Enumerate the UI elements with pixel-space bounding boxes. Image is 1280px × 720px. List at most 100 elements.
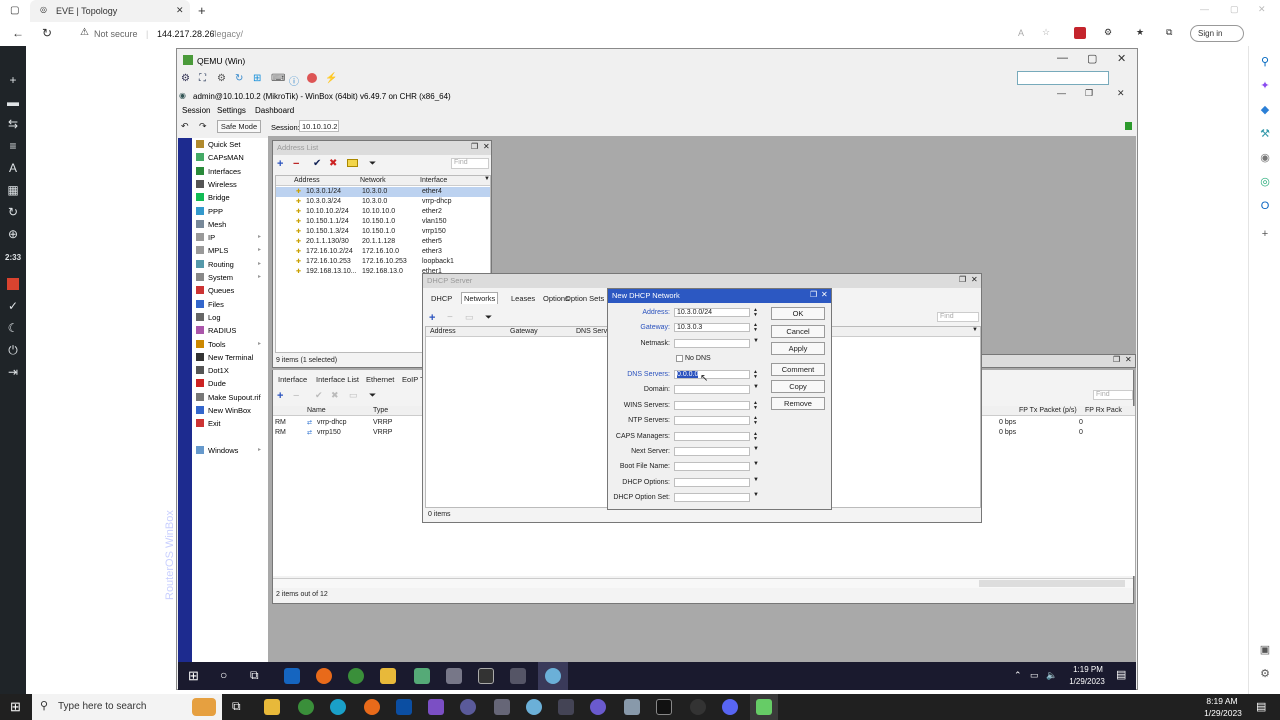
column-header[interactable]: Gateway [510, 328, 538, 335]
favorite-icon[interactable]: ☆ [1042, 27, 1050, 38]
notification-icon[interactable]: ▤ [1116, 668, 1126, 681]
field-dns-servers[interactable]: 0.0.0.0 [674, 370, 750, 379]
check-icon[interactable]: ✓ [5, 298, 21, 314]
close-icon[interactable]: ✕ [971, 275, 978, 284]
tab-ethernet[interactable]: Ethernet [366, 375, 394, 384]
button-cancel[interactable]: Cancel [771, 325, 825, 338]
field-domain[interactable] [674, 385, 750, 395]
field-boot-file-name[interactable] [674, 462, 750, 472]
close-icon[interactable]: ✕ [483, 142, 490, 151]
comment-icon[interactable] [347, 159, 358, 167]
column-header[interactable]: Network [360, 177, 386, 184]
column-menu-icon[interactable]: ▼ [484, 176, 490, 182]
app-icon[interactable] [396, 699, 412, 715]
usb-icon[interactable]: ⚡ [325, 73, 337, 84]
chrome-icon[interactable] [348, 668, 364, 684]
filter-icon[interactable]: ⏷ [369, 158, 376, 169]
app-icon[interactable] [558, 699, 574, 715]
field-wins-servers[interactable] [674, 400, 750, 410]
add-icon[interactable]: + [429, 312, 435, 324]
settings-icon[interactable]: ⚙ [1257, 666, 1273, 682]
nav-item[interactable]: Tools ▸ [196, 339, 261, 349]
restore-icon[interactable]: ❐ [1113, 355, 1120, 364]
network-tool-icon[interactable] [414, 668, 430, 684]
read-aloud-icon[interactable]: A [1018, 28, 1024, 38]
vm-date[interactable]: 1/29/2023 [1062, 677, 1112, 686]
find-input[interactable]: Find [1093, 390, 1133, 400]
comment-icon[interactable]: ▭ [465, 312, 474, 323]
find-input[interactable]: Find [451, 158, 489, 169]
disable-icon[interactable]: ✖ [329, 158, 337, 169]
refresh-icon[interactable]: ↻ [235, 73, 243, 84]
tab-dhcp[interactable]: DHCP [431, 294, 452, 303]
nav-item[interactable]: System ▸ [196, 273, 261, 282]
enable-icon[interactable]: ✔ [315, 390, 323, 401]
list-icon[interactable]: ≡ [5, 138, 21, 154]
zoom-icon[interactable]: ⊕ [5, 226, 21, 242]
refresh-icon[interactable]: ↻ [5, 204, 21, 220]
winbox-icon[interactable] [526, 699, 542, 715]
windows-icon[interactable]: ⊞ [253, 73, 261, 84]
wordpress-icon[interactable] [690, 699, 706, 715]
url-host[interactable]: 144.217.28.26 [157, 29, 215, 39]
info-icon[interactable]: ⓘ [289, 73, 299, 88]
terminal-icon[interactable] [478, 668, 494, 684]
host-time[interactable]: 8:19 AM [1202, 696, 1242, 706]
redo-icon[interactable]: ↷ [199, 121, 207, 132]
sidebar-toggle-icon[interactable]: ▣ [1257, 642, 1273, 658]
button-apply[interactable]: Apply [771, 342, 825, 355]
nav-item[interactable]: PPP [196, 206, 223, 216]
nav-item[interactable]: Dot1X [196, 366, 229, 375]
nav-item[interactable]: Interfaces [196, 166, 241, 176]
sign-in-button[interactable]: Sign in [1190, 25, 1244, 42]
dropdown-arrow-icon[interactable]: ▲ ▼ [753, 400, 759, 411]
table-row[interactable]: ✚ 20.1.1.130/30 20.1.1.128 ether5 [276, 237, 490, 247]
horizontal-scrollbar[interactable] [273, 578, 1133, 588]
restore-icon[interactable]: ❐ [810, 290, 817, 299]
maximize-icon[interactable]: ▢ [1230, 4, 1239, 15]
no-dns-checkbox[interactable] [676, 355, 683, 362]
safe-mode-button[interactable]: Safe Mode [217, 120, 261, 133]
start-icon[interactable]: ⊞ [188, 668, 199, 684]
scrollbar-thumb[interactable] [979, 580, 1125, 587]
filter-icon[interactable]: ⏷ [369, 390, 376, 401]
back-icon[interactable]: ← [12, 26, 24, 40]
close-icon[interactable]: ✕ [1117, 52, 1126, 65]
new-tab-button[interactable]: + [198, 3, 206, 18]
filter-icon[interactable]: ⏷ [485, 312, 492, 323]
tab-list-icon[interactable]: ▢ [10, 5, 19, 16]
nav-item[interactable]: New Terminal [196, 352, 253, 362]
restore-icon[interactable]: ❐ [959, 275, 966, 284]
button-copy[interactable]: Copy [771, 380, 825, 393]
tab-networks[interactable]: Networks [461, 292, 499, 304]
remove-icon[interactable]: − [447, 312, 453, 323]
text-icon[interactable]: A [5, 160, 21, 176]
search-icon[interactable]: ⚲ [1257, 54, 1273, 70]
link-icon[interactable]: ⇆ [5, 116, 21, 132]
stop-icon[interactable] [7, 278, 19, 290]
dropdown-arrow-icon[interactable]: ▼ [753, 446, 759, 452]
nav-item[interactable]: Queues [196, 286, 234, 295]
app-icon[interactable] [460, 699, 476, 715]
host-date[interactable]: 1/29/2023 [1196, 708, 1250, 718]
winbox-restore-icon[interactable]: ❐ [1085, 88, 1093, 99]
add-icon[interactable]: + [1257, 226, 1273, 242]
nav-item[interactable]: Files [196, 299, 224, 309]
column-menu-icon[interactable]: ▼ [972, 327, 978, 333]
nodes-icon[interactable]: ▬ [5, 94, 21, 110]
winbox-close-icon[interactable]: ✕ [1117, 88, 1125, 99]
column-header[interactable]: Address [430, 328, 456, 335]
terminal-icon[interactable] [656, 699, 672, 715]
app-icon[interactable] [494, 699, 510, 715]
column-header[interactable]: FP Rx Pack [1085, 407, 1122, 414]
remove-icon[interactable]: − [293, 390, 299, 402]
search-icon[interactable]: ○ [220, 668, 227, 682]
extensions-icon[interactable]: ⚙ [1104, 27, 1112, 38]
tab-interface-list[interactable]: Interface List [316, 375, 359, 384]
column-header[interactable]: Address [294, 177, 320, 184]
field-ntp-servers[interactable] [674, 416, 750, 426]
not-secure-label[interactable]: Not secure [94, 29, 138, 39]
dropdown-arrow-icon[interactable]: ▼ [753, 384, 759, 390]
column-header[interactable]: DNS Serv [576, 328, 607, 335]
gear-icon[interactable]: ⚙ [217, 73, 226, 84]
